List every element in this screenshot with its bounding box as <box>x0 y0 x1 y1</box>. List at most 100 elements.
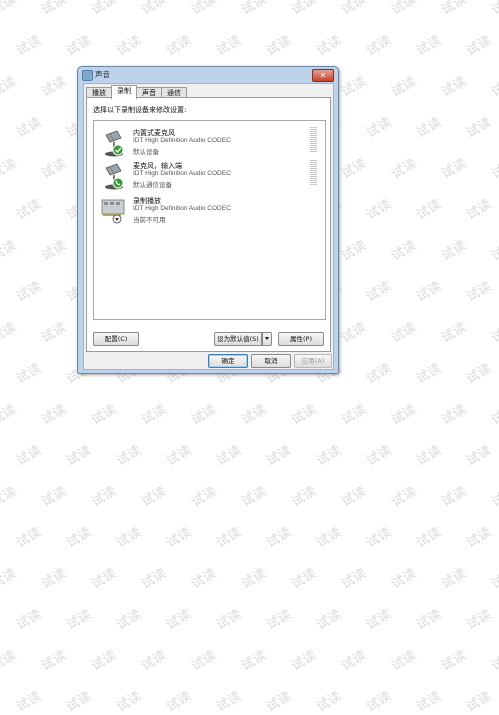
watermark-text: 试读 <box>488 74 499 101</box>
watermark-text: 试读 <box>388 156 420 183</box>
watermark-text: 试读 <box>63 607 95 634</box>
watermark-text: 试读 <box>213 607 245 634</box>
instruction-text: 选择以下录制设备来修改设置: <box>93 106 187 114</box>
watermark-text: 试读 <box>388 238 420 265</box>
watermark-text: 试读 <box>288 0 320 19</box>
watermark-text: 试读 <box>163 443 195 470</box>
watermark-text: 试读 <box>113 525 145 552</box>
watermark-text: 试读 <box>0 484 20 511</box>
watermark-text: 试读 <box>263 525 295 552</box>
watermark-text: 试读 <box>138 0 170 19</box>
watermark-text: 试读 <box>88 402 120 429</box>
device-item-mic-input[interactable]: 麦克风，输入端 IDT High Definition Audio CODEC … <box>96 160 321 190</box>
watermark-text: 试读 <box>88 0 120 19</box>
watermark-text: 试读 <box>463 607 495 634</box>
watermark-text: 试读 <box>113 33 145 60</box>
close-button[interactable]: ✕ <box>312 69 334 82</box>
watermark-text: 试读 <box>338 484 370 511</box>
watermark-text: 试读 <box>488 156 499 183</box>
default-check-badge <box>112 144 124 156</box>
watermark-text: 试读 <box>213 443 245 470</box>
recording-device-list[interactable]: 内置式麦克风 IDT High Definition Audio CODEC 默… <box>93 120 326 320</box>
watermark-text: 试读 <box>138 566 170 593</box>
watermark-text: 试读 <box>363 115 395 142</box>
device-driver: IDT High Definition Audio CODEC <box>133 137 231 144</box>
watermark-text: 试读 <box>388 648 420 675</box>
watermark-text: 试读 <box>413 33 445 60</box>
watermark-text: 试读 <box>363 361 395 388</box>
watermark-text: 试读 <box>438 402 470 429</box>
watermark-text: 试读 <box>413 443 445 470</box>
watermark-text: 试读 <box>288 402 320 429</box>
dialog-client-area: 播放 录制 声音 通信 选择以下录制设备来修改设置: 内置式麦克风 IDT Hi… <box>83 83 334 370</box>
watermark-text: 试读 <box>163 33 195 60</box>
ok-button[interactable]: 确定 <box>208 354 248 368</box>
window-title: 声音 <box>95 70 110 79</box>
watermark-text: 试读 <box>413 525 445 552</box>
apply-button[interactable]: 应用(A) <box>294 354 332 368</box>
watermark-text: 试读 <box>338 320 370 347</box>
communication-phone-badge <box>112 177 124 189</box>
watermark-text: 试读 <box>388 74 420 101</box>
watermark-text: 试读 <box>363 197 395 224</box>
device-status: 默认通信设备 <box>133 181 172 189</box>
properties-button[interactable]: 属性(P) <box>278 332 324 346</box>
watermark-text: 试读 <box>463 443 495 470</box>
watermark-text: 试读 <box>213 689 245 715</box>
watermark-text: 试读 <box>413 361 445 388</box>
watermark-text: 试读 <box>13 689 45 715</box>
watermark-text: 试读 <box>363 689 395 715</box>
watermark-text: 试读 <box>288 566 320 593</box>
tab-recording[interactable]: 录制 <box>111 85 137 99</box>
watermark-text: 试读 <box>213 33 245 60</box>
watermark-text: 试读 <box>0 648 20 675</box>
watermark-text: 试读 <box>463 361 495 388</box>
watermark-text: 试读 <box>238 0 270 19</box>
watermark-text: 试读 <box>13 361 45 388</box>
watermark-text: 试读 <box>288 648 320 675</box>
configure-button[interactable]: 配置(C) <box>93 332 139 346</box>
watermark-text: 试读 <box>188 484 220 511</box>
watermark-text: 试读 <box>313 689 345 715</box>
watermark-text: 试读 <box>63 443 95 470</box>
watermark-text: 试读 <box>163 689 195 715</box>
device-item-record-playback[interactable]: 录制播放 IDT High Definition Audio CODEC 当前不… <box>96 195 321 225</box>
watermark-text: 试读 <box>363 607 395 634</box>
device-driver: IDT High Definition Audio CODEC <box>133 205 231 212</box>
watermark-text: 试读 <box>488 484 499 511</box>
watermark-text: 试读 <box>38 238 70 265</box>
watermark-text: 试读 <box>413 607 445 634</box>
watermark-text: 试读 <box>413 689 445 715</box>
watermark-text: 试读 <box>13 33 45 60</box>
device-status: 默认设备 <box>133 148 159 156</box>
watermark-text: 试读 <box>363 443 395 470</box>
watermark-text: 试读 <box>113 689 145 715</box>
device-item-internal-mic[interactable]: 内置式麦克风 IDT High Definition Audio CODEC 默… <box>96 127 321 157</box>
watermark-text: 试读 <box>0 0 20 19</box>
watermark-text: 试读 <box>263 33 295 60</box>
watermark-text: 试读 <box>188 648 220 675</box>
watermark-text: 试读 <box>413 279 445 306</box>
watermark-text: 试读 <box>463 525 495 552</box>
speaker-icon <box>82 70 93 81</box>
watermark-text: 试读 <box>63 33 95 60</box>
watermark-text: 试读 <box>313 607 345 634</box>
watermark-text: 试读 <box>438 648 470 675</box>
watermark-text: 试读 <box>13 525 45 552</box>
watermark-text: 试读 <box>238 402 270 429</box>
watermark-text: 试读 <box>263 443 295 470</box>
cancel-button[interactable]: 取消 <box>251 354 291 368</box>
level-meter <box>310 160 317 187</box>
set-default-button[interactable]: 设为默认值(S) <box>214 332 262 346</box>
watermark-text: 试读 <box>313 33 345 60</box>
set-default-dropdown-arrow[interactable] <box>262 332 272 346</box>
watermark-text: 试读 <box>463 689 495 715</box>
watermark-text: 试读 <box>63 525 95 552</box>
watermark-text: 试读 <box>438 238 470 265</box>
watermark-text: 试读 <box>488 648 499 675</box>
title-bar[interactable]: 声音 ✕ <box>78 67 338 83</box>
watermark-text: 试读 <box>338 156 370 183</box>
watermark-text: 试读 <box>363 279 395 306</box>
watermark-text: 试读 <box>88 484 120 511</box>
watermark-text: 试读 <box>438 484 470 511</box>
